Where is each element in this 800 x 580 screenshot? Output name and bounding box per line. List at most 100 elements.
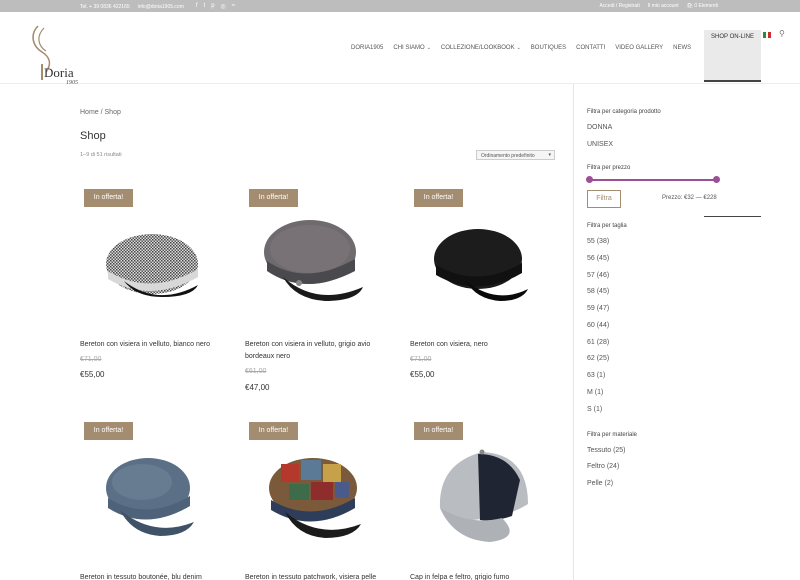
product-old-price: €61,00 [245, 368, 267, 375]
chevron-down-icon: ⌄ [426, 45, 431, 51]
pinterest-icon[interactable]: p [211, 3, 214, 10]
product-image[interactable] [245, 209, 395, 329]
product-name[interactable]: Bereton con visiera, nero [410, 339, 560, 351]
my-account-link[interactable]: Il mio account [648, 3, 679, 9]
nav-doria1905[interactable]: DORIA1905 [351, 45, 383, 51]
category-link-donna[interactable]: DONNA [587, 124, 612, 131]
search-icon[interactable]: ⚲ [779, 29, 785, 38]
product-image[interactable] [410, 442, 560, 562]
login-link[interactable]: Accedi / Registrati [599, 3, 639, 9]
product-name[interactable]: Cap in felpa e feltro, grigio fumo [410, 572, 560, 580]
social-icons: f t p ◎ ≈ [196, 3, 235, 10]
orderby-value: Ordinamento predefinito [481, 153, 535, 159]
product-old-price: €71,00 [410, 356, 432, 363]
size-link[interactable]: 57 (46) [587, 272, 609, 279]
page-title: Shop [80, 130, 106, 142]
sale-badge: In offerta! [84, 422, 133, 440]
product-price: €55,00 [410, 370, 435, 379]
nav-label: VIDEO GALLERY [615, 45, 664, 51]
size-link[interactable]: 61 (28) [587, 339, 609, 346]
result-count: 1–9 di 51 risultati [80, 152, 122, 158]
phone-text: Tel. + 39 0836 422165 [80, 3, 130, 10]
account-links: Accedi / Registrati Il mio account 🛍 0 E… [599, 3, 718, 9]
size-link[interactable]: 59 (47) [587, 305, 609, 312]
category-filter-title: Filtra per categoria prodotto [587, 109, 661, 115]
product-name[interactable]: Bereton con visiera in velluto, grigio a… [245, 339, 395, 363]
nav-label: CHI SIAMO [393, 45, 425, 51]
nav-label: CONTATTI [576, 45, 606, 51]
instagram-icon[interactable]: ◎ [221, 3, 226, 10]
logo-name: Doria [44, 65, 74, 80]
chevron-down-icon: ▾ [548, 152, 551, 158]
size-link[interactable]: 60 (44) [587, 322, 609, 329]
material-link[interactable]: Pelle (2) [587, 480, 613, 487]
nav-contatti[interactable]: CONTATTI [576, 45, 605, 51]
product-image[interactable] [410, 209, 560, 329]
nav-label: BOUTIQUES [530, 45, 567, 51]
size-link[interactable]: 63 (1) [587, 372, 605, 379]
size-link[interactable]: 62 (25) [587, 355, 609, 362]
top-contact: Tel. + 39 0836 422165 info@doria1905.com… [80, 3, 235, 10]
product-image[interactable] [245, 442, 395, 562]
nav-label: NEWS [673, 45, 692, 51]
price-range-text: Prezzo: €32 — €228 [662, 195, 717, 201]
italian-flag-icon[interactable] [763, 32, 772, 38]
product-name[interactable]: Bereton in tessuto boutonée, blu denim [80, 572, 230, 580]
product-card[interactable]: In offerta! Bereton in tessuto patchwork… [245, 422, 395, 580]
material-filter-title: Filtra per materiale [587, 432, 638, 438]
product-name[interactable]: Bereton con visiera in velluto, bianco n… [80, 339, 230, 351]
material-link[interactable]: Feltro (24) [587, 463, 619, 470]
nav-video-gallery[interactable]: VIDEO GALLERY [615, 45, 663, 51]
nav-label: DORIA1905 [351, 45, 384, 51]
nav-boutiques[interactable]: BOUTIQUES [531, 45, 566, 51]
product-name[interactable]: Bereton in tessuto patchwork, visiera pe… [245, 572, 395, 580]
size-link[interactable]: M (1) [587, 389, 603, 396]
price-filter-title: Filtra per prezzo [587, 165, 631, 171]
sidebar-rule [704, 216, 761, 217]
product-price: €55,00 [80, 370, 105, 379]
category-link-unisex[interactable]: UNISEX [587, 141, 613, 148]
material-link[interactable]: Tessuto (25) [587, 447, 626, 454]
breadcrumb: Home / Shop [80, 109, 121, 116]
price-slider-min-handle[interactable] [586, 176, 593, 183]
product-card[interactable]: In offerta! Bereton con visiera, nero €7… [410, 189, 560, 389]
site-header: Doria 1905 DORIA1905 CHI SIAMO ⌄ COLLEZIO… [0, 12, 800, 84]
main-nav: DORIA1905 CHI SIAMO ⌄ COLLEZIONE/LOOKBOOK… [351, 45, 701, 51]
product-old-price: €71,00 [80, 356, 102, 363]
sale-badge: In offerta! [249, 422, 298, 440]
product-image[interactable] [80, 442, 230, 562]
nav-collezione[interactable]: COLLEZIONE/LOOKBOOK ⌄ [441, 45, 521, 51]
twitter-icon[interactable]: t [204, 3, 206, 10]
nav-shop-online[interactable]: SHOP ON-LINE [704, 30, 761, 82]
product-image[interactable] [80, 209, 230, 329]
price-slider-track[interactable] [590, 179, 717, 181]
product-card[interactable]: In offerta! Bereton in tessuto boutonée,… [80, 422, 230, 580]
nav-chi-siamo[interactable]: CHI SIAMO ⌄ [393, 45, 431, 51]
product-card[interactable]: In offerta! Cap in felpa e feltro, grigi… [410, 422, 560, 580]
product-card[interactable]: In offerta! Bereton con visiera in vellu… [245, 189, 395, 392]
size-link[interactable]: 55 (38) [587, 238, 609, 245]
size-link[interactable]: S (1) [587, 406, 602, 413]
cart-link[interactable]: 🛍 0 Elementi [687, 3, 718, 9]
orderby-select[interactable]: Ordinamento predefinito ▾ [476, 150, 555, 160]
cart-count: 0 Elementi [694, 3, 718, 9]
logo-year: 1905 [66, 80, 78, 84]
size-link[interactable]: 56 (45) [587, 255, 609, 262]
nav-label: COLLEZIONE/LOOKBOOK [440, 45, 515, 51]
size-link[interactable]: 58 (45) [587, 288, 609, 295]
sale-badge: In offerta! [249, 189, 298, 207]
nav-news[interactable]: NEWS [673, 45, 691, 51]
facebook-icon[interactable]: f [196, 3, 198, 10]
product-card[interactable]: In offerta! Bereton con visiera in vellu… [80, 189, 230, 389]
product-price: €47,00 [245, 383, 270, 392]
doria-logo[interactable]: Doria 1905 [24, 24, 84, 84]
sale-badge: In offerta! [84, 189, 133, 207]
sale-badge: In offerta! [414, 189, 463, 207]
sale-badge: In offerta! [414, 422, 463, 440]
size-filter-title: Filtra per taglia [587, 223, 627, 229]
rss-icon[interactable]: ≈ [232, 3, 235, 10]
sidebar-divider [573, 84, 574, 580]
email-link[interactable]: info@doria1905.com [138, 4, 184, 10]
price-slider-max-handle[interactable] [713, 176, 720, 183]
filter-button[interactable]: Filtra [587, 190, 621, 208]
